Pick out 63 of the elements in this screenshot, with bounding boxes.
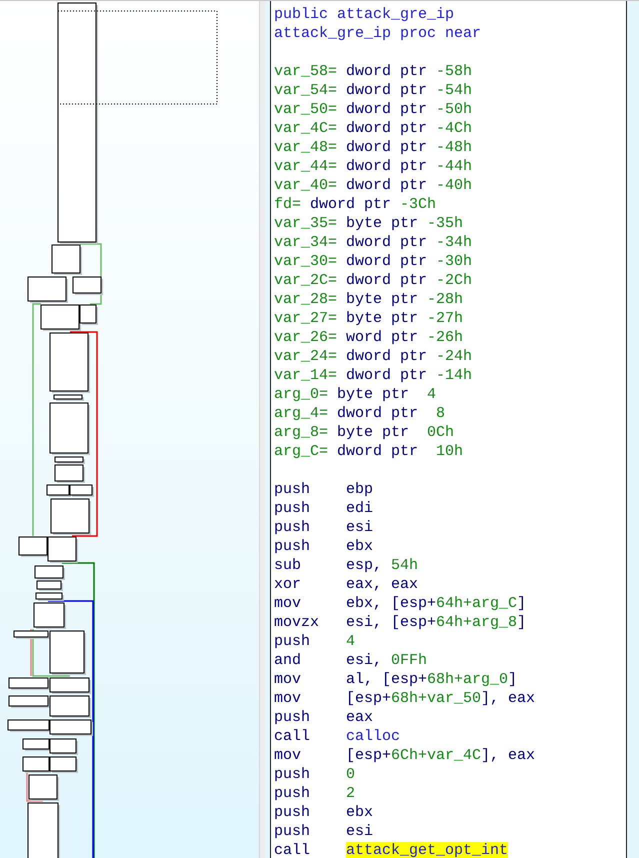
- instruction-operand: ebx, [esp+64h+arg_C]: [346, 594, 526, 613]
- instruction-mnemonic: call: [274, 727, 312, 746]
- instruction-operand: eax: [346, 708, 374, 727]
- code-line: var_35= byte ptr -35h: [274, 215, 464, 232]
- code-line: var_54= dword ptr -54h: [274, 82, 472, 99]
- instruction-mnemonic: push: [274, 784, 312, 803]
- code-line: var_28= byte ptr -28h: [274, 291, 464, 308]
- instruction-mnemonic: xor: [274, 575, 302, 594]
- code-line: arg_0= byte ptr 4: [274, 386, 436, 403]
- code-line: var_40= dword ptr -40h: [274, 177, 472, 194]
- instruction-mnemonic: push: [274, 708, 312, 727]
- instruction-operand: al, [esp+68h+arg_0]: [346, 670, 518, 689]
- instruction-operand: 2: [346, 784, 356, 803]
- instruction-operand: edi: [346, 499, 374, 518]
- instruction-mnemonic: push: [274, 765, 312, 784]
- instruction-mnemonic: push: [274, 537, 312, 556]
- code-line: var_14= dword ptr -14h: [274, 367, 472, 384]
- code-line: var_4C= dword ptr -4Ch: [274, 120, 472, 137]
- instruction-mnemonic: movzx: [274, 613, 320, 632]
- instruction-operand: eax, eax: [346, 575, 418, 594]
- code-line: var_2C= dword ptr -2Ch: [274, 272, 472, 289]
- instruction-operand: [esp+6Ch+var_4C], eax: [346, 746, 536, 765]
- code-line: var_58= dword ptr -58h: [274, 63, 472, 80]
- instruction-operand: esi: [346, 518, 374, 537]
- code-line: var_24= dword ptr -24h: [274, 348, 472, 365]
- instruction-mnemonic: mov: [274, 594, 302, 613]
- code-line: fd= dword ptr -3Ch: [274, 196, 436, 213]
- instruction-mnemonic: and: [274, 651, 302, 670]
- instruction-operand: esi: [346, 822, 374, 841]
- code-line: arg_C= dword ptr 10h: [274, 443, 464, 460]
- instruction-mnemonic: push: [274, 632, 312, 651]
- instruction-mnemonic: mov: [274, 670, 302, 689]
- instruction-mnemonic: push: [274, 480, 312, 499]
- instruction-operand: attack_get_opt_int: [346, 841, 508, 858]
- instruction-operand: esi, [esp+64h+arg_8]: [346, 613, 526, 632]
- instruction-mnemonic: mov: [274, 746, 302, 765]
- instruction-operand: esp, 54h: [346, 556, 418, 575]
- instruction-mnemonic: call: [274, 841, 312, 858]
- instruction-operand: ebx: [346, 537, 374, 556]
- instruction-mnemonic: push: [274, 518, 312, 537]
- code-line: attack_gre_ip proc near: [274, 25, 482, 42]
- code-line: var_50= dword ptr -50h: [274, 101, 472, 118]
- instruction-operand: esi, 0FFh: [346, 651, 428, 670]
- code-line: var_27= byte ptr -27h: [274, 310, 464, 327]
- instruction-mnemonic: push: [274, 803, 312, 822]
- code-line: var_44= dword ptr -44h: [274, 158, 472, 175]
- instruction-operand: 0: [346, 765, 356, 784]
- instruction-operand: 4: [346, 632, 356, 651]
- instruction-operand: ebp: [346, 480, 374, 499]
- code-line: var_30= dword ptr -30h: [274, 253, 472, 270]
- instruction-operand: [esp+68h+var_50], eax: [346, 689, 536, 708]
- instruction-operand: calloc: [346, 727, 400, 746]
- instruction-mnemonic: mov: [274, 689, 302, 708]
- instruction-operand: ebx: [346, 803, 374, 822]
- code-line: arg_4= dword ptr 8: [274, 405, 446, 422]
- instruction-mnemonic: push: [274, 499, 312, 518]
- code-line: var_34= dword ptr -34h: [274, 234, 472, 251]
- instruction-mnemonic: sub: [274, 556, 302, 575]
- code-line: public attack_gre_ip: [274, 6, 454, 23]
- code-line: var_48= dword ptr -48h: [274, 139, 472, 156]
- instruction-mnemonic: push: [274, 822, 312, 841]
- code-line: var_26= word ptr -26h: [274, 329, 464, 346]
- code-line: arg_8= byte ptr 0Ch: [274, 424, 454, 441]
